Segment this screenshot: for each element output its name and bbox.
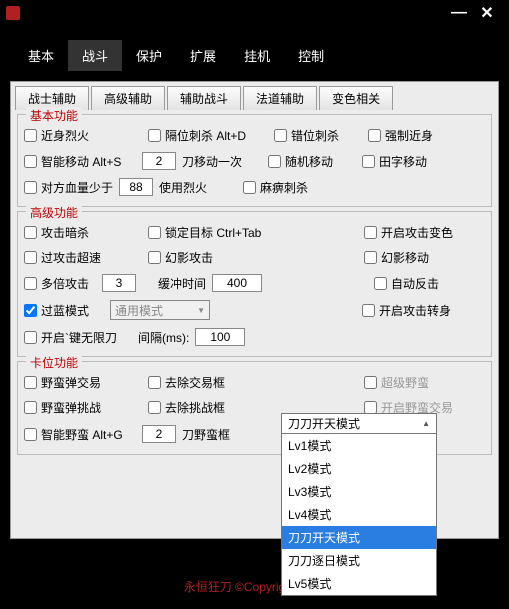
cb-phantom-move[interactable]: 幻影移动 [364,249,429,266]
dropdown-mode[interactable]: 刀刀开天模式 ▲ Lv1模式 Lv2模式 Lv3模式 Lv4模式 刀刀开天模式 … [281,413,437,596]
minimize-button[interactable]: — [445,4,473,22]
tabbar: 战士辅助 高级辅助 辅助战斗 法道辅助 变色相关 [11,82,498,110]
label-use-fire: 使用烈火 [159,179,237,196]
cb-over-speed[interactable]: 过攻击超速 [24,249,142,266]
cb-near-fire[interactable]: 近身烈火 [24,127,142,144]
menu-combat[interactable]: 战斗 [68,40,122,71]
input-smart-wild[interactable] [142,425,176,443]
menu-afk[interactable]: 挂机 [230,40,284,71]
combo-over-blue[interactable]: 通用模式▼ [110,300,210,320]
cb-auto-counter[interactable]: 自动反击 [374,275,439,292]
dropdown-item[interactable]: Lv1模式 [282,434,436,457]
cb-open-turn[interactable]: 开启攻击转身 [362,302,451,319]
menu-extend[interactable]: 扩展 [176,40,230,71]
label-buffer: 缓冲时间 [158,275,206,292]
cb-wild-challenge[interactable]: 野蛮弹挑战 [24,399,142,416]
cb-over-blue[interactable]: 过蓝模式 [24,302,104,319]
group-basic-title: 基本功能 [26,107,82,124]
cb-hp-less[interactable]: 对方血量少于 [24,179,113,196]
input-hp[interactable] [119,178,153,196]
cb-assassin[interactable]: 攻击暗杀 [24,224,142,241]
cb-field-move[interactable]: 田字移动 [362,153,452,170]
chevron-down-icon: ▼ [197,306,205,315]
cb-para-kill[interactable]: 麻痹刺杀 [243,179,331,196]
dropdown-item[interactable]: Lv5模式 [282,572,436,595]
tab-color[interactable]: 变色相关 [319,86,393,110]
group-advanced: 高级功能 攻击暗杀 锁定目标 Ctrl+Tab 开启攻击变色 过攻击超速 幻影攻… [17,211,492,357]
menu-control[interactable]: 控制 [284,40,338,71]
cb-wild-trade[interactable]: 野蛮弹交易 [24,374,142,391]
menu-basic[interactable]: 基本 [14,40,68,71]
cb-open-color[interactable]: 开启攻击变色 [364,224,453,241]
cb-remove-trade[interactable]: 去除交易框 [148,374,358,391]
cb-multi-atk[interactable]: 多倍攻击 [24,275,96,292]
cb-smart-move[interactable]: 智能移动 Alt+S [24,153,136,170]
menu-protect[interactable]: 保护 [122,40,176,71]
dropdown-item[interactable]: 刀刀逐日模式 [282,549,436,572]
cb-super-wild[interactable]: 超级野蛮 [364,374,429,391]
cb-phantom-atk[interactable]: 幻影攻击 [148,249,358,266]
cb-infinite[interactable]: 开启`键无限刀 [24,329,132,346]
group-advanced-title: 高级功能 [26,204,82,221]
label-interval: 间隔(ms): [138,329,189,346]
input-multi[interactable] [102,274,136,292]
cb-random-move[interactable]: 随机移动 [268,153,356,170]
dropdown-item[interactable]: Lv2模式 [282,457,436,480]
input-buffer[interactable] [212,274,262,292]
menubar: 基本 战斗 保护 扩展 挂机 控制 [0,26,509,81]
cb-smart-wild[interactable]: 智能野蛮 Alt+G [24,426,136,443]
label-wild-frame: 刀野蛮框 [182,426,242,443]
tab-advanced[interactable]: 高级辅助 [91,86,165,110]
titlebar: — ✕ [0,0,509,26]
cb-lock-target[interactable]: 锁定目标 Ctrl+Tab [148,224,358,241]
cb-wrong-kill[interactable]: 错位刺杀 [274,127,362,144]
dropdown-header[interactable]: 刀刀开天模式 ▲ [282,414,436,434]
dropdown-item[interactable]: Lv3模式 [282,480,436,503]
group-basic: 基本功能 近身烈火 隔位刺杀 Alt+D 错位刺杀 强制近身 智能移动 Alt+… [17,114,492,207]
input-smart-move[interactable] [142,152,176,170]
group-stuck-title: 卡位功能 [26,354,82,371]
app-icon [6,6,20,20]
dropdown-item[interactable]: Lv4模式 [282,503,436,526]
dropdown-item[interactable]: 刀刀开天模式 [282,526,436,549]
chevron-up-icon: ▲ [422,419,430,428]
tab-assist[interactable]: 辅助战斗 [167,86,241,110]
label-knife-once: 刀移动一次 [182,153,262,170]
input-interval[interactable] [195,328,245,346]
tab-mage[interactable]: 法道辅助 [243,86,317,110]
cb-slot-kill[interactable]: 隔位刺杀 Alt+D [148,127,268,144]
cb-force-near[interactable]: 强制近身 [368,127,458,144]
close-button[interactable]: ✕ [473,3,501,23]
main-panel: 战士辅助 高级辅助 辅助战斗 法道辅助 变色相关 基本功能 近身烈火 隔位刺杀 … [10,81,499,539]
